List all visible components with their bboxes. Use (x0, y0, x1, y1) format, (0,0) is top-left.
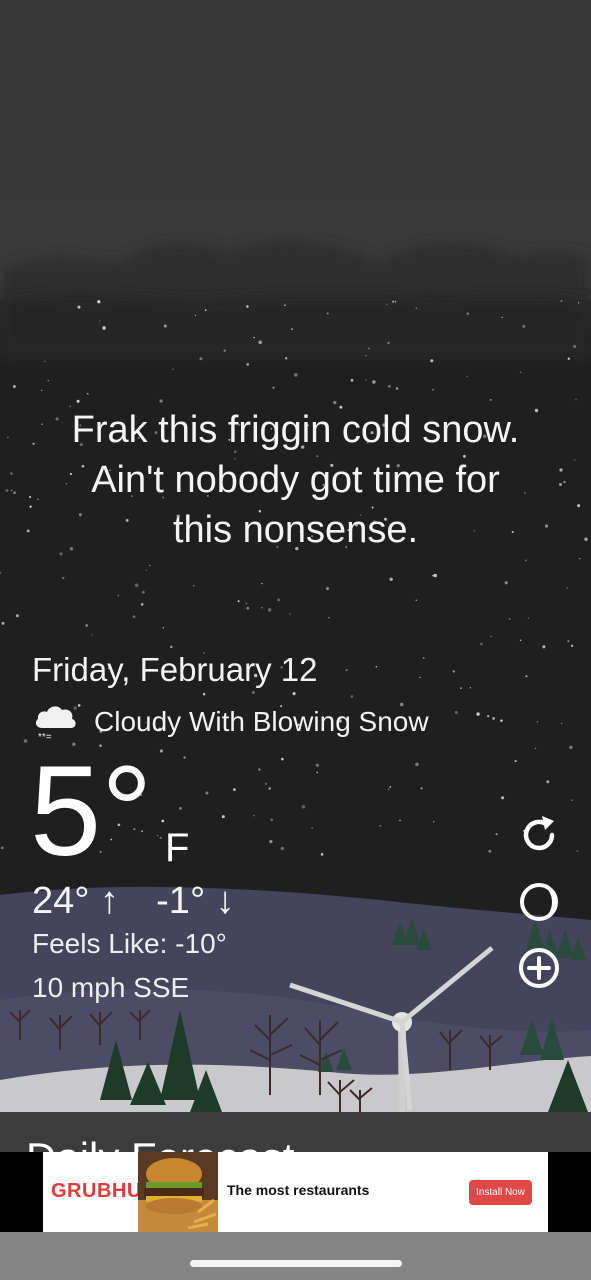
refresh-icon (523, 816, 555, 851)
arrow-down-icon: ↓ (215, 880, 235, 922)
weather-quote: Frak this friggin cold snow. Ain't nobod… (0, 405, 591, 555)
ad-install-button[interactable]: Install Now (469, 1180, 532, 1205)
ad-content[interactable]: GRUBHUB The most restaurants Install Now (43, 1152, 548, 1232)
low-temperature: -1° (156, 880, 206, 922)
home-indicator[interactable] (190, 1260, 402, 1267)
arrow-up-icon: ↑ (100, 880, 120, 922)
add-circle-icon (519, 948, 559, 988)
quote-line-1: Frak this friggin cold snow. (71, 409, 520, 451)
temperature-unit: F (165, 826, 190, 870)
ad-headline: The most restaurants (227, 1182, 370, 1198)
forecast-date: Friday, February 12 (32, 651, 318, 688)
condition-text: Cloudy With Blowing Snow (94, 706, 429, 737)
condition-row: **= Cloudy With Blowing Snow (32, 700, 429, 744)
quote-line-3: this nonsense. (172, 509, 419, 551)
high-temperature: 24° (32, 880, 90, 922)
burger-fries-image (138, 1152, 218, 1232)
wind-speed: 10 mph SSE (32, 972, 190, 1003)
theme-button[interactable] (516, 879, 562, 925)
feels-like: Feels Like: -10° (32, 928, 227, 959)
moon-phase-icon (520, 883, 558, 921)
add-location-button[interactable] (516, 945, 562, 991)
high-low-temperature: 24° ↑ -1° ↓ (32, 880, 235, 923)
cloud-snow-icon: **= (35, 706, 76, 743)
current-temperature: 5° (30, 740, 153, 883)
night-landscape-background (0, 0, 591, 1280)
refresh-button[interactable] (516, 812, 562, 858)
quote-line-2: Ain't nobody got time for (91, 459, 500, 501)
ad-banner[interactable]: GRUBHUB The most restaurants Install Now (0, 1152, 591, 1232)
bottom-bar (0, 1232, 591, 1280)
